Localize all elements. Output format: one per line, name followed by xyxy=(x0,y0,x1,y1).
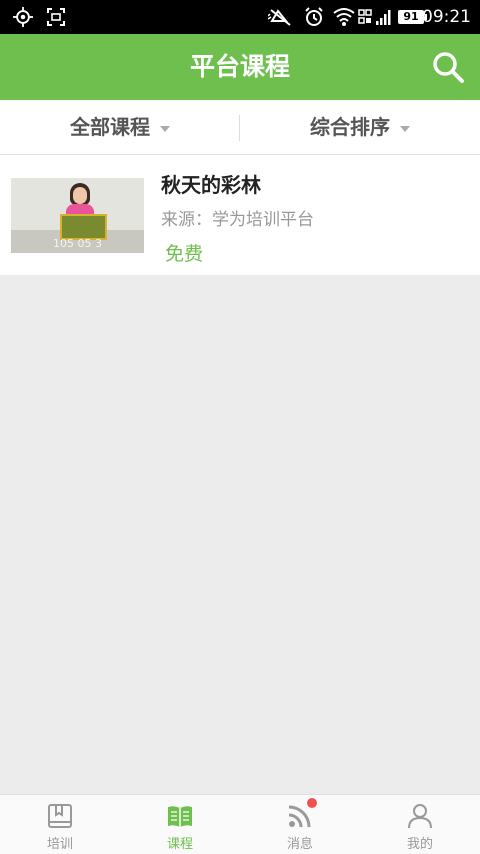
status-time: 09:21 xyxy=(422,7,471,27)
filter-sort-label: 综合排序 xyxy=(310,115,390,139)
filter-category-dropdown[interactable]: 全部课程 xyxy=(0,100,240,154)
filter-bar: 全部课程 综合排序 xyxy=(0,100,480,155)
notification-badge xyxy=(307,798,317,808)
bottom-tab-bar: 培训 课程 消息 我的 xyxy=(0,794,480,854)
caret-down-icon xyxy=(160,125,170,132)
location-icon xyxy=(13,7,33,27)
mute-icon xyxy=(268,9,291,26)
filter-sort-dropdown[interactable]: 综合排序 xyxy=(240,100,480,154)
course-title: 秋天的彩林 xyxy=(161,173,261,197)
course-thumbnail: 105 05 3 xyxy=(11,178,144,253)
tab-messages-label: 消息 xyxy=(286,837,313,852)
signal-icon xyxy=(376,10,391,25)
tab-messages[interactable]: 消息 xyxy=(240,795,360,854)
search-icon[interactable] xyxy=(430,49,466,85)
filter-category-label: 全部课程 xyxy=(70,115,150,139)
tab-training[interactable]: 培训 xyxy=(0,795,120,854)
status-bar: 91 09:21 xyxy=(0,0,480,34)
hd-icon xyxy=(358,9,372,24)
thumbnail-caption: 105 05 3 xyxy=(53,237,102,250)
course-source: 来源：学为培训平台 xyxy=(161,210,314,230)
wifi-icon xyxy=(333,8,355,26)
tab-courses[interactable]: 课程 xyxy=(120,795,240,854)
screenshot-icon xyxy=(47,8,65,26)
app-header: 平台课程 xyxy=(0,34,480,100)
page-title: 平台课程 xyxy=(189,52,290,81)
battery-indicator: 91 xyxy=(398,10,427,24)
tab-training-label: 培训 xyxy=(46,837,73,852)
caret-down-icon xyxy=(400,125,410,132)
person-icon xyxy=(408,804,432,829)
tab-profile-label: 我的 xyxy=(406,837,433,852)
tab-courses-label: 课程 xyxy=(166,837,193,852)
alarm-icon xyxy=(305,7,323,26)
open-book-icon xyxy=(168,806,192,827)
course-price: 免费 xyxy=(165,243,204,265)
course-list-item[interactable]: 105 05 3 秋天的彩林 来源：学为培训平台 免费 xyxy=(0,155,480,275)
book-icon xyxy=(48,804,72,828)
tab-profile[interactable]: 我的 xyxy=(360,795,480,854)
